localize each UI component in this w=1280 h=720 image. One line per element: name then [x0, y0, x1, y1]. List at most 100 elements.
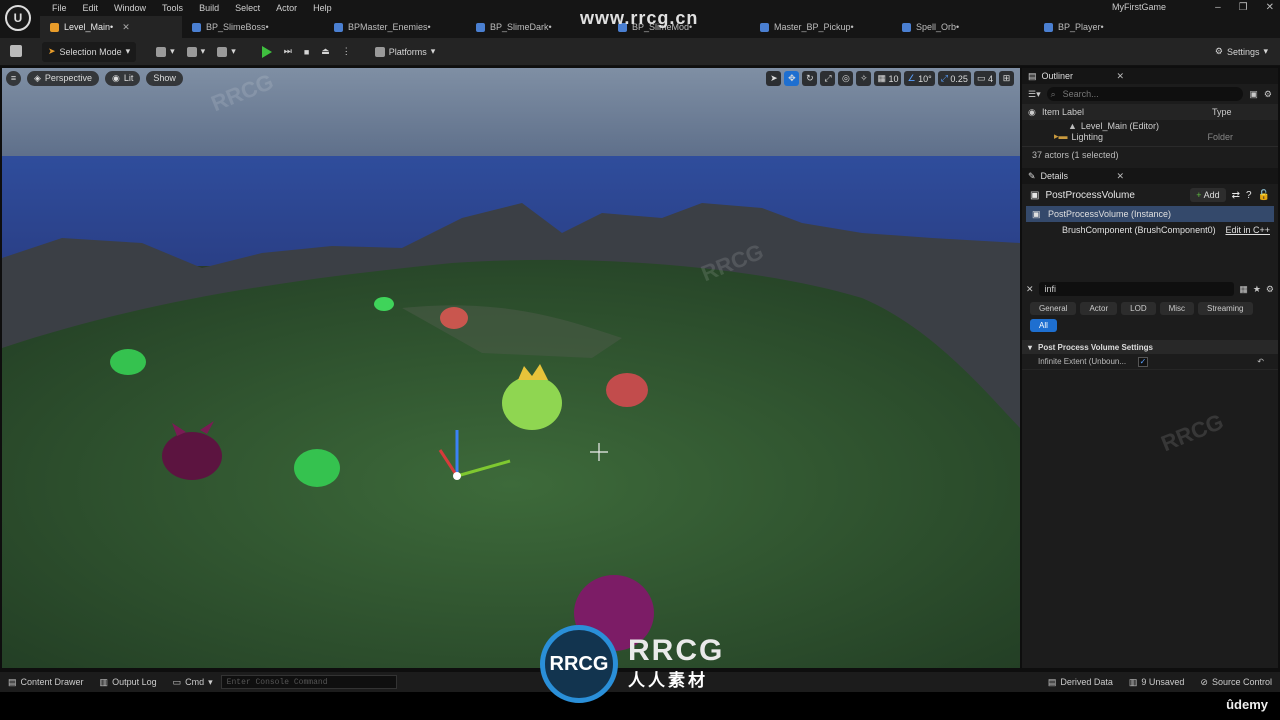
blueprint-tab-icon — [50, 22, 59, 32]
type-header[interactable]: Type — [1212, 107, 1232, 117]
menu-item-edit[interactable]: Edit — [75, 2, 107, 14]
filter-icon[interactable]: ☰▾ — [1028, 89, 1041, 100]
cursor-arrow-icon: ➤ — [770, 73, 778, 83]
details-settings-icon[interactable]: ⚙ — [1266, 284, 1274, 295]
lit-button[interactable]: ◉ Lit — [104, 70, 141, 86]
save-icon[interactable] — [10, 45, 22, 57]
close-tab-icon[interactable]: ✕ — [1116, 71, 1124, 82]
outliner-row[interactable]: ▸▬ Lighting Folder — [1022, 131, 1278, 142]
rotation-snap-button[interactable]: ∠ 10° — [904, 71, 935, 86]
tab-5[interactable]: Master_BP_Pickup• — [750, 16, 892, 38]
clear-filter-icon[interactable]: ✕ — [1026, 284, 1034, 295]
add-component-button[interactable]: + Add — [1190, 188, 1226, 202]
camera-speed-button[interactable]: ▭ 4 — [973, 71, 996, 86]
tab-6[interactable]: Spell_Orb• — [892, 16, 1034, 38]
chevron-down-icon: ▾ — [125, 46, 131, 56]
play-options-button[interactable]: ⋮ — [336, 42, 357, 62]
cmd-dropdown[interactable]: ▭ Cmd ▾ — [165, 677, 221, 688]
eye-icon[interactable]: ◉ — [1028, 107, 1036, 118]
maximize-icon[interactable]: ❐ — [1239, 2, 1248, 13]
grid-snap-button[interactable]: ▦ 10 — [874, 71, 902, 86]
selection-mode-button[interactable]: ➤ Selection Mode ▾ — [42, 41, 137, 62]
viewport-menu-button[interactable]: ≡ — [6, 70, 21, 86]
select-tool-button[interactable]: ➤ — [766, 71, 782, 86]
close-details-icon[interactable]: ✕ — [1116, 171, 1124, 182]
settings-gear-icon[interactable]: ⚙ — [1264, 89, 1272, 100]
component-instance-row[interactable]: ▣ PostProcessVolume (Instance) — [1026, 206, 1274, 222]
component-brush-row[interactable]: BrushComponent (BrushComponent0) Edit in… — [1022, 222, 1278, 238]
table-view-icon[interactable]: ▦ — [1239, 284, 1248, 295]
category-actor[interactable]: Actor — [1080, 302, 1118, 315]
source-control-button[interactable]: ⊘ Source Control — [1192, 677, 1280, 688]
output-log-button[interactable]: ▥ Output Log — [92, 677, 165, 688]
category-streaming[interactable]: Streaming — [1198, 302, 1253, 315]
category-all[interactable]: All — [1030, 319, 1057, 332]
search-icon: ⌕ — [1050, 88, 1056, 99]
blueprint-tab-icon — [334, 22, 343, 32]
close-tab-icon[interactable]: ✕ — [122, 22, 130, 33]
platforms-button[interactable]: Platforms ▾ — [369, 42, 442, 62]
item-label-header[interactable]: Item Label — [1042, 107, 1212, 117]
post-process-settings-section[interactable]: ▾ Post Process Volume Settings — [1022, 340, 1278, 354]
menu-item-tools[interactable]: Tools — [154, 2, 191, 14]
unsaved-button[interactable]: ▥ 9 Unsaved — [1121, 677, 1193, 688]
menu-item-file[interactable]: File — [44, 2, 75, 14]
tab-1[interactable]: BP_SlimeBoss• — [182, 16, 324, 38]
kebab-icon: ⋮ — [341, 46, 351, 56]
stop-button[interactable]: ■ — [298, 42, 315, 62]
settings-button[interactable]: ⚙ Settings ▾ — [1209, 42, 1274, 62]
reset-arrow-icon[interactable]: ↶ — [1257, 357, 1264, 366]
tab-7[interactable]: BP_Player• — [1034, 16, 1176, 38]
blueprint-convert-icon[interactable]: ⇄ — [1232, 190, 1240, 201]
perspective-button[interactable]: ◈ Perspective — [27, 70, 99, 86]
advance-frame-button[interactable]: ⏭ — [278, 42, 298, 62]
angle-icon: ∠ — [907, 73, 916, 83]
camera-icon: ▭ — [976, 73, 986, 83]
add-content-button[interactable]: ▾ — [150, 42, 181, 62]
infinite-extent-property: Infinite Extent (Unboun... ✓ ↶ — [1022, 354, 1278, 370]
menu-list: File Edit Window Tools Build Select Actor Help — [44, 2, 340, 14]
menu-item-build[interactable]: Build — [191, 2, 227, 14]
tab-0[interactable]: Level_Main• ✕ — [40, 16, 182, 38]
blueprint-button[interactable]: ▾ — [181, 42, 212, 62]
content-drawer-button[interactable]: ▤ Content Drawer — [0, 677, 92, 688]
level-viewport[interactable]: ≡ ◈ Perspective ◉ Lit Show ➤ ✥ ↻ ⤢ ◎ ✧ ▦ 1… — [2, 68, 1020, 668]
unreal-editor-window: U File Edit Window Tools Build Select Actor Hel… — [0, 0, 1280, 720]
outliner-row[interactable]: ▲ Level_Main (Editor) — [1022, 120, 1278, 131]
derived-data-button[interactable]: ▤ Derived Data — [1040, 677, 1121, 688]
menu-item-window[interactable]: Window — [106, 2, 154, 14]
outliner-search-input[interactable]: ⌕ Search... — [1046, 87, 1244, 101]
tab-2[interactable]: BPMaster_Enemies• — [324, 16, 466, 38]
menu-item-help[interactable]: Help — [305, 2, 340, 14]
details-tab[interactable]: ✎ Details ✕ — [1022, 168, 1278, 184]
eject-button[interactable]: ⏏ — [315, 42, 336, 62]
menu-item-select[interactable]: Select — [227, 2, 268, 14]
scale-snap-button[interactable]: ⤢ 0.25 — [937, 71, 971, 86]
edit-in-cpp-link[interactable]: Edit in C++ — [1225, 225, 1270, 235]
category-misc[interactable]: Misc — [1159, 302, 1195, 315]
lock-icon[interactable]: 🔓 — [1258, 190, 1270, 201]
surface-snap-button[interactable]: ✧ — [856, 71, 872, 86]
coordinate-system-button[interactable]: ◎ — [838, 71, 854, 86]
move-icon: ✥ — [788, 73, 796, 83]
outliner-tab[interactable]: ▤ Outliner ✕ — [1022, 68, 1278, 84]
console-input[interactable]: Enter Console Command — [220, 675, 397, 689]
unreal-logo-icon[interactable]: U — [5, 5, 31, 31]
play-button[interactable] — [256, 42, 278, 62]
show-button[interactable]: Show — [146, 70, 183, 86]
help-icon[interactable]: ? — [1246, 190, 1252, 201]
maximize-viewport-button[interactable]: ⊞ — [999, 71, 1014, 86]
rotate-tool-button[interactable]: ↻ — [802, 71, 818, 86]
menu-item-actor[interactable]: Actor — [268, 2, 305, 14]
category-general[interactable]: General — [1030, 302, 1077, 315]
translate-tool-button[interactable]: ✥ — [784, 71, 800, 86]
category-lod[interactable]: LOD — [1121, 302, 1156, 315]
add-folder-icon[interactable]: ▣ — [1249, 89, 1258, 100]
minimize-icon[interactable]: – — [1215, 2, 1221, 13]
favorites-star-icon[interactable]: ★ — [1253, 284, 1261, 295]
details-filter-input[interactable]: infi — [1038, 282, 1235, 296]
close-icon[interactable]: ✕ — [1266, 2, 1274, 13]
infinite-extent-checkbox[interactable]: ✓ — [1138, 356, 1148, 367]
cinematics-button[interactable]: ▾ — [211, 42, 242, 62]
scale-tool-button[interactable]: ⤢ — [820, 71, 836, 86]
